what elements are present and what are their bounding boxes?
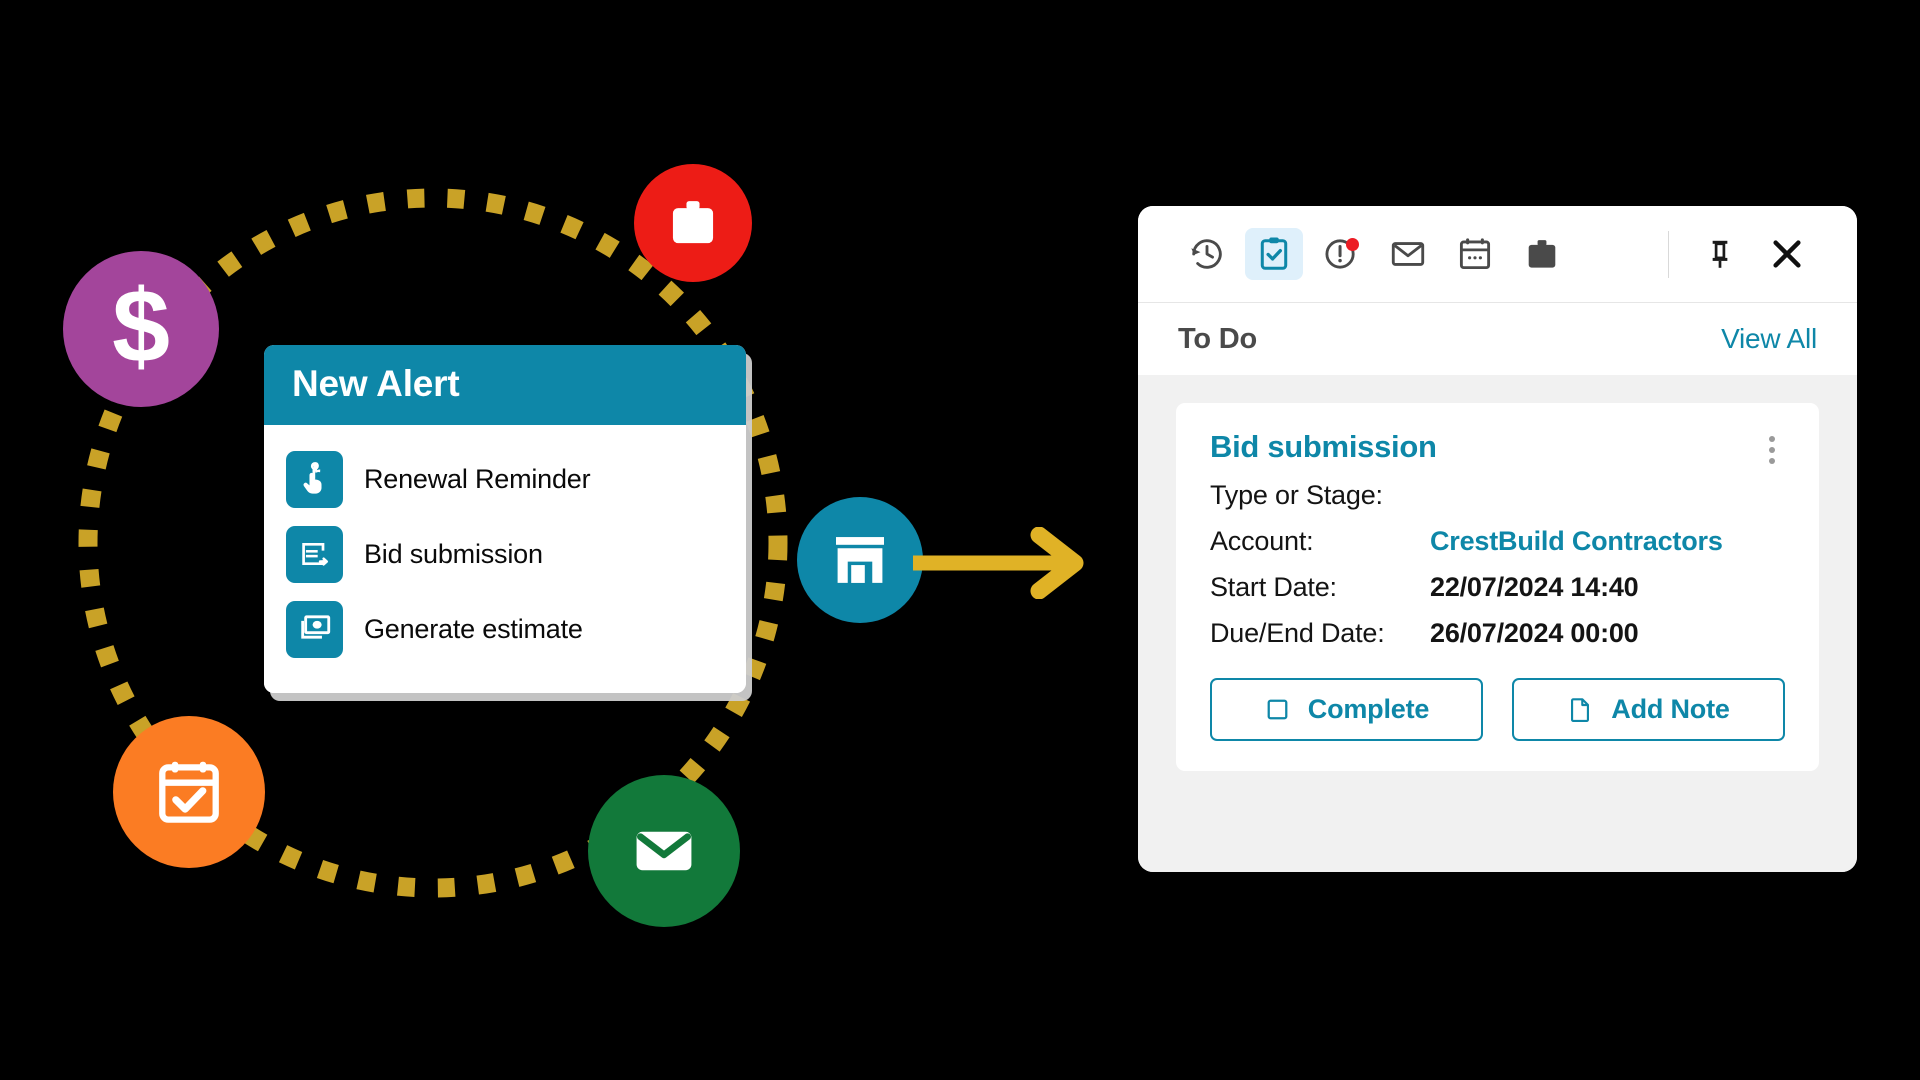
alert-item-label: Generate estimate bbox=[364, 613, 583, 644]
alert-item-renewal-reminder[interactable]: Renewal Reminder bbox=[286, 442, 724, 517]
node-calendar bbox=[113, 716, 265, 868]
dollar-sign-icon: $ bbox=[112, 269, 170, 385]
calendar-icon bbox=[1459, 238, 1491, 270]
todo-card-header: Bid submission bbox=[1210, 429, 1785, 465]
alert-item-label: Renewal Reminder bbox=[364, 463, 591, 494]
submit-arrow-icon bbox=[286, 525, 343, 583]
node-briefcase bbox=[634, 164, 752, 282]
view-all-link[interactable]: View All bbox=[1721, 323, 1817, 355]
panel-subheader: To Do View All bbox=[1138, 303, 1857, 375]
briefcase-icon bbox=[1528, 240, 1556, 268]
toolbar-button-pin[interactable] bbox=[1691, 228, 1749, 280]
banknote-icon bbox=[286, 600, 343, 658]
toolbar-button-alerts[interactable] bbox=[1312, 228, 1370, 280]
todo-field-due-end-date: Due/End Date: 26/07/2024 00:00 bbox=[1210, 618, 1785, 649]
todo-title[interactable]: Bid submission bbox=[1210, 429, 1437, 465]
panel-content: Bid submission Type or Stage: Account: C… bbox=[1138, 375, 1857, 872]
flow-arrow bbox=[913, 526, 1103, 600]
toolbar-button-email[interactable] bbox=[1379, 228, 1437, 280]
field-value: 22/07/2024 14:40 bbox=[1430, 571, 1639, 602]
todo-actions: Complete Add Note bbox=[1210, 677, 1785, 741]
alert-item-bid-submission[interactable]: Bid submission bbox=[286, 517, 724, 592]
hand-tap-icon bbox=[286, 450, 343, 508]
field-label: Due/End Date: bbox=[1210, 617, 1385, 648]
field-label: Start Date: bbox=[1210, 571, 1337, 602]
alert-badge-dot bbox=[1346, 238, 1359, 251]
new-alert-card: New Alert Renewal Reminder Bid submissio… bbox=[264, 345, 746, 693]
new-alert-header: New Alert bbox=[264, 345, 746, 425]
toolbar-button-close[interactable] bbox=[1758, 228, 1816, 280]
alert-item-generate-estimate[interactable]: Generate estimate bbox=[286, 592, 724, 667]
new-alert-list: Renewal Reminder Bid submission Generate… bbox=[264, 424, 746, 693]
new-alert-title: New Alert bbox=[292, 363, 460, 404]
account-link[interactable]: CrestBuild Contractors bbox=[1430, 526, 1723, 557]
scene: $ New Alert Renewal Reminder Bid submiss… bbox=[0, 0, 1920, 1080]
toolbar-button-todo[interactable] bbox=[1245, 228, 1303, 280]
envelope-icon bbox=[636, 831, 692, 871]
node-store bbox=[797, 497, 923, 623]
todo-field-account: Account: CrestBuild Contractors bbox=[1210, 526, 1785, 557]
todo-field-start-date: Start Date: 22/07/2024 14:40 bbox=[1210, 572, 1785, 603]
store-icon bbox=[836, 537, 884, 583]
field-label: Type or Stage: bbox=[1210, 479, 1383, 510]
briefcase-icon bbox=[672, 201, 714, 244]
alert-item-label: Bid submission bbox=[364, 538, 543, 569]
calendar-check-icon bbox=[159, 761, 219, 823]
document-icon bbox=[1571, 697, 1590, 722]
toolbar-button-calendar[interactable] bbox=[1446, 228, 1504, 280]
kebab-menu-icon[interactable] bbox=[1759, 429, 1785, 464]
arrow-right-icon bbox=[913, 526, 1084, 600]
clipboard-check-icon bbox=[1260, 237, 1288, 270]
history-icon bbox=[1191, 239, 1222, 269]
panel-section-title: To Do bbox=[1178, 322, 1257, 355]
add-note-button-label: Add Note bbox=[1611, 693, 1730, 724]
node-dollar: $ bbox=[63, 251, 219, 407]
toolbar-divider bbox=[1668, 230, 1669, 278]
complete-button-label: Complete bbox=[1307, 693, 1430, 724]
pin-icon bbox=[1712, 240, 1728, 268]
toolbar-button-opportunities[interactable] bbox=[1513, 228, 1571, 280]
close-icon bbox=[1773, 240, 1801, 268]
panel-toolbar bbox=[1138, 206, 1857, 303]
todo-card: Bid submission Type or Stage: Account: C… bbox=[1176, 403, 1819, 771]
crm-side-panel: To Do View All Bid submission Type or St… bbox=[1138, 206, 1857, 872]
node-mail bbox=[588, 775, 740, 927]
complete-button[interactable]: Complete bbox=[1210, 677, 1483, 741]
checkbox-empty-icon bbox=[1267, 699, 1288, 720]
toolbar-button-history[interactable] bbox=[1178, 228, 1236, 280]
todo-field-type-or-stage: Type or Stage: bbox=[1210, 480, 1785, 511]
add-note-button[interactable]: Add Note bbox=[1512, 677, 1785, 741]
field-label: Account: bbox=[1210, 525, 1314, 556]
field-value: 26/07/2024 00:00 bbox=[1430, 617, 1639, 648]
envelope-icon bbox=[1391, 242, 1425, 266]
